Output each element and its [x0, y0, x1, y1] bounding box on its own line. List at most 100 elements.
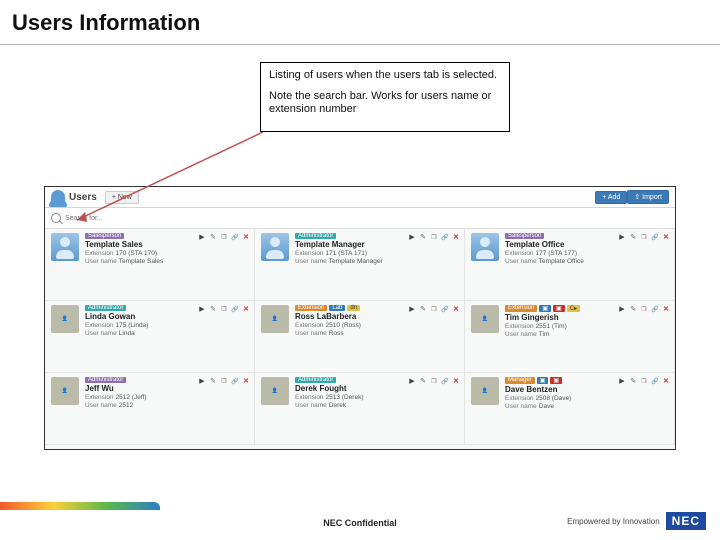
- add-button[interactable]: + Add: [595, 191, 627, 204]
- delete-icon[interactable]: ✕: [242, 305, 250, 313]
- delete-icon[interactable]: ✕: [662, 233, 670, 241]
- delete-icon[interactable]: ✕: [452, 377, 460, 385]
- user-card: 👤AdministratorJeff WuExtension2512 (Jeff…: [45, 373, 255, 445]
- role-badge: Salesperson: [505, 233, 544, 239]
- delete-icon[interactable]: ✕: [242, 233, 250, 241]
- extension-value: Extension2512 (Jeff): [85, 394, 248, 402]
- play-icon[interactable]: ▶: [618, 305, 626, 313]
- user-name: Template Sales: [85, 240, 248, 249]
- user-name: Tim Gingerish: [505, 313, 668, 322]
- username-value: User nameTemplate Manager: [295, 258, 458, 266]
- edit-icon[interactable]: [629, 305, 637, 313]
- search-input[interactable]: [65, 215, 205, 222]
- username-value: User nameTemplate Office: [505, 258, 668, 266]
- link-icon[interactable]: [441, 305, 449, 313]
- extension-value: Extension2513 (Derek): [295, 394, 458, 402]
- edit-icon[interactable]: [209, 305, 217, 313]
- role-badge: Lab: [329, 305, 345, 311]
- search-icon: [51, 213, 61, 223]
- users-icon: [51, 190, 65, 204]
- delete-icon[interactable]: ✕: [662, 377, 670, 385]
- user-card: AdministratorTemplate ManagerExtension17…: [255, 229, 465, 301]
- user-card: SalespersonTemplate OfficeExtension177 (…: [465, 229, 675, 301]
- extension-value: Extension177 (STA 177): [505, 250, 668, 258]
- edit-icon[interactable]: [419, 233, 427, 241]
- clone-icon[interactable]: [430, 377, 438, 385]
- edit-icon[interactable]: [419, 305, 427, 313]
- avatar: 👤: [261, 377, 289, 405]
- extension-value: Extension170 (STA 170): [85, 250, 248, 258]
- nec-logo: NEC: [666, 512, 706, 530]
- delete-icon[interactable]: ✕: [242, 377, 250, 385]
- edit-icon[interactable]: [629, 377, 637, 385]
- users-heading: Users: [69, 192, 97, 203]
- role-badge: Administrator: [85, 377, 126, 383]
- play-icon[interactable]: ▶: [408, 377, 416, 385]
- clone-icon[interactable]: [430, 305, 438, 313]
- delete-icon[interactable]: ✕: [452, 233, 460, 241]
- clone-icon[interactable]: [220, 233, 228, 241]
- play-icon[interactable]: ▶: [618, 233, 626, 241]
- clone-icon[interactable]: [640, 305, 648, 313]
- role-badge: Manager: [505, 377, 535, 384]
- delete-icon[interactable]: ✕: [452, 305, 460, 313]
- edit-icon[interactable]: [629, 233, 637, 241]
- extension-value: Extension175 (Linda): [85, 322, 248, 330]
- user-name: Dave Bentzen: [505, 385, 668, 394]
- play-icon[interactable]: ▶: [198, 233, 206, 241]
- link-icon[interactable]: [441, 233, 449, 241]
- clone-icon[interactable]: [640, 377, 648, 385]
- brand-stripe: [0, 502, 160, 510]
- avatar: 👤: [261, 305, 289, 333]
- username-value: User nameDave: [505, 403, 668, 411]
- user-card: 👤AdministratorDerek FoughtExtension2513 …: [255, 373, 465, 445]
- import-button[interactable]: ⇪ Import: [627, 190, 669, 204]
- role-badge: Administrator: [295, 377, 336, 383]
- avatar: [261, 233, 289, 261]
- role-badge: Extension: [295, 305, 327, 311]
- extension-value: Extension2510 (Ross): [295, 322, 458, 330]
- username-value: User nameTim: [505, 331, 668, 339]
- tagline: Empowered by Innovation: [567, 517, 660, 526]
- role-badge: dn: [347, 305, 360, 311]
- play-icon[interactable]: ▶: [198, 377, 206, 385]
- edit-icon[interactable]: [419, 377, 427, 385]
- link-icon[interactable]: [651, 233, 659, 241]
- user-name: Linda Gowan: [85, 312, 248, 321]
- edit-icon[interactable]: [209, 377, 217, 385]
- role-badge: Administrator: [295, 233, 336, 239]
- clone-icon[interactable]: [220, 305, 228, 313]
- user-name: Jeff Wu: [85, 384, 248, 393]
- clone-icon[interactable]: [430, 233, 438, 241]
- extension-value: Extension2508 (Dave): [505, 395, 668, 403]
- play-icon[interactable]: ▶: [618, 377, 626, 385]
- play-icon[interactable]: ▶: [408, 305, 416, 313]
- users-screenshot: Users + New + Add ⇪ Import SalespersonTe…: [44, 186, 676, 450]
- role-badge: C▸: [567, 305, 580, 312]
- title-divider: [0, 44, 720, 45]
- play-icon[interactable]: ▶: [408, 233, 416, 241]
- link-icon[interactable]: [651, 377, 659, 385]
- callout-box: Listing of users when the users tab is s…: [260, 62, 510, 132]
- link-icon[interactable]: [231, 377, 239, 385]
- user-name: Template Office: [505, 240, 668, 249]
- avatar: 👤: [471, 305, 499, 333]
- role-badge: Salesperson: [85, 233, 124, 239]
- clone-icon[interactable]: [640, 233, 648, 241]
- edit-icon[interactable]: [209, 233, 217, 241]
- clone-icon[interactable]: [220, 377, 228, 385]
- user-card: SalespersonTemplate SalesExtension170 (S…: [45, 229, 255, 301]
- username-value: User nameLinda: [85, 330, 248, 338]
- username-value: User nameRoss: [295, 330, 458, 338]
- delete-icon[interactable]: ✕: [662, 305, 670, 313]
- link-icon[interactable]: [651, 305, 659, 313]
- play-icon[interactable]: ▶: [198, 305, 206, 313]
- new-button[interactable]: + New: [105, 191, 139, 204]
- avatar: [471, 233, 499, 261]
- link-icon[interactable]: [231, 233, 239, 241]
- link-icon[interactable]: [441, 377, 449, 385]
- extension-value: Extension171 (STA 171): [295, 250, 458, 258]
- search-row: [45, 208, 675, 229]
- link-icon[interactable]: [231, 305, 239, 313]
- role-badge: Extension: [505, 305, 537, 312]
